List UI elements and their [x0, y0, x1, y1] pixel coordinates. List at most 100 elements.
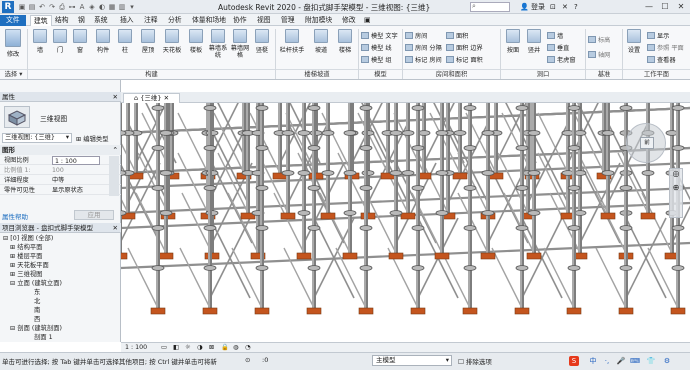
grid-button[interactable]: 轴网	[588, 50, 610, 59]
tree-item-east[interactable]: 东	[34, 289, 40, 297]
minimize-button[interactable]: —	[642, 1, 656, 13]
curtain-system-button[interactable]: 幕墙系统	[208, 29, 228, 59]
microphone-icon[interactable]: 🎤	[616, 356, 626, 366]
tree-item-elevations[interactable]: ⊟ 立面 (建筑立面)	[10, 280, 62, 288]
reveal-hidden-icon[interactable]: ◔	[245, 343, 251, 352]
ime-chinese-toggle[interactable]: 中	[588, 356, 598, 366]
show-workplane-button[interactable]: 显示	[647, 31, 669, 40]
tree-item-ceiling-plans[interactable]: ⊞ 天花板平面	[10, 262, 49, 270]
tab-analyze[interactable]: 分析	[165, 15, 185, 26]
tab-modify[interactable]: 修改	[339, 15, 359, 26]
tag-room-button[interactable]: 标记 房间	[405, 55, 442, 64]
close-icon[interactable]: ✕	[113, 223, 118, 233]
navigation-bar[interactable]: ◎ ⊕	[669, 168, 683, 218]
ime-punctuation-toggle[interactable]: ·,	[602, 356, 612, 366]
tab-view[interactable]: 视图	[254, 15, 274, 26]
section-graphics[interactable]: 图形 ⌃	[0, 145, 121, 155]
open-icon[interactable]: ▣	[18, 3, 26, 11]
measure-icon[interactable]: ⊶	[68, 3, 76, 11]
switch-windows-icon[interactable]: ▥	[118, 3, 126, 11]
tab-insert[interactable]: 插入	[117, 15, 137, 26]
wall-opening-button[interactable]: 墙	[547, 31, 563, 40]
sogou-ime-icon[interactable]: S	[569, 356, 579, 366]
tree-item-south[interactable]: 南	[34, 307, 40, 315]
visual-style-icon[interactable]: ◧	[173, 343, 179, 352]
tab-architecture[interactable]: 建筑	[30, 15, 52, 26]
tree-item-floor-plans[interactable]: ⊞ 楼层平面	[10, 253, 42, 261]
curtain-grid-button[interactable]: 幕墙网格	[230, 29, 250, 59]
tab-structure[interactable]: 结构	[52, 15, 72, 26]
undo-icon[interactable]: ↶	[38, 3, 46, 11]
ime-settings-icon[interactable]: ⚙	[662, 356, 672, 366]
tab-manage[interactable]: 管理	[278, 15, 298, 26]
ramp-button[interactable]: 坡道	[310, 29, 332, 54]
modify-button[interactable]: 修改	[2, 29, 24, 58]
close-hidden-icon[interactable]: ▦	[108, 3, 116, 11]
skin-icon[interactable]: 👕	[646, 356, 656, 366]
redo-icon[interactable]: ↷	[48, 3, 56, 11]
column-button[interactable]: 柱	[116, 29, 134, 54]
viewer-button[interactable]: 查看器	[647, 55, 676, 64]
shadows-icon[interactable]: ◑	[197, 343, 203, 352]
tree-item-west[interactable]: 西	[34, 316, 40, 324]
properties-help-link[interactable]: 属性帮助	[2, 211, 28, 221]
model-group-button[interactable]: 模型 组	[361, 55, 392, 64]
dormer-button[interactable]: 老虎窗	[547, 55, 576, 64]
prop-value[interactable]: 显示原状态	[52, 186, 83, 195]
tab-annotate[interactable]: 注释	[141, 15, 161, 26]
prop-row[interactable]: 比例值 1: 100	[0, 166, 121, 175]
section-icon[interactable]: ◐	[98, 3, 106, 11]
view-cube[interactable]: 前	[626, 123, 666, 163]
area-boundary-button[interactable]: 面积 边界	[446, 43, 483, 52]
tab-file[interactable]: 文件	[0, 15, 26, 26]
level-button[interactable]: 标高	[588, 35, 610, 44]
door-button[interactable]: 门	[50, 29, 70, 54]
by-face-button[interactable]: 按面	[503, 29, 523, 54]
worksets-icon[interactable]: ⊙	[245, 356, 250, 364]
tree-item-section-1[interactable]: 剖面 1	[34, 334, 53, 342]
tab-massing-site[interactable]: 体量和场地	[189, 15, 229, 26]
tab-add-ins[interactable]: 附加模块	[302, 15, 335, 26]
steering-wheel-icon[interactable]: ◎	[670, 169, 682, 183]
prop-value[interactable]: 1 : 100	[52, 156, 100, 165]
sun-path-icon[interactable]: ☼	[185, 343, 191, 352]
design-option-select[interactable]: 主模型 ▾	[372, 355, 452, 366]
prop-row[interactable]: 详细程度 中等	[0, 176, 121, 185]
3d-view-icon[interactable]: ◈	[88, 3, 96, 11]
properties-scrollbar[interactable]	[109, 156, 119, 196]
view-scale[interactable]: 1 : 100	[125, 343, 147, 352]
room-button[interactable]: 房间	[405, 31, 427, 40]
shaft-button[interactable]: 竖井	[524, 29, 544, 54]
window-button[interactable]: 窗	[70, 29, 90, 54]
close-icon[interactable]: ✕	[113, 92, 118, 102]
tab-options-icon[interactable]: ▣	[364, 16, 372, 24]
prop-row[interactable]: 视图比例 1 : 100	[0, 156, 121, 165]
prop-row[interactable]: 零件可见性 显示原状态	[0, 186, 121, 195]
print-icon[interactable]: ⎙	[58, 3, 66, 11]
instance-selector[interactable]: 三维视图: {三维} ▾	[2, 133, 72, 143]
lock-view-icon[interactable]: 🔒	[221, 343, 229, 352]
tab-3d-view[interactable]: ⌂ {三维} ✕	[123, 93, 181, 103]
apply-button[interactable]: 应用	[74, 210, 114, 220]
cart-icon[interactable]: ⊡	[550, 3, 556, 11]
roof-button[interactable]: 屋顶	[137, 29, 159, 54]
tab-systems[interactable]: 系统	[91, 15, 111, 26]
dropdown-arrow-icon[interactable]: ▾	[128, 3, 136, 11]
ceiling-button[interactable]: 天花板	[160, 29, 184, 54]
close-icon[interactable]: ✕	[164, 94, 169, 102]
model-text-button[interactable]: 模型 文字	[361, 31, 398, 40]
close-button[interactable]: ✕	[674, 1, 688, 13]
room-separator-button[interactable]: 房间 分隔	[405, 43, 442, 52]
set-workplane-button[interactable]: 设置	[624, 29, 644, 54]
maximize-button[interactable]: ☐	[658, 1, 672, 13]
area-button[interactable]: 面积	[446, 31, 468, 40]
prop-value[interactable]: 中等	[52, 176, 64, 185]
hide-isolate-icon[interactable]: ◍	[233, 343, 239, 352]
floor-button[interactable]: 楼板	[186, 29, 206, 54]
text-icon[interactable]: A	[78, 3, 86, 11]
tab-collaborate[interactable]: 协作	[230, 15, 250, 26]
exclude-options-checkbox[interactable]: ☐ 排除选项	[458, 356, 492, 366]
zoom-icon[interactable]: ⊕	[670, 183, 682, 197]
stair-button[interactable]: 楼梯	[334, 29, 356, 54]
wall-button[interactable]: 墙	[30, 29, 50, 54]
